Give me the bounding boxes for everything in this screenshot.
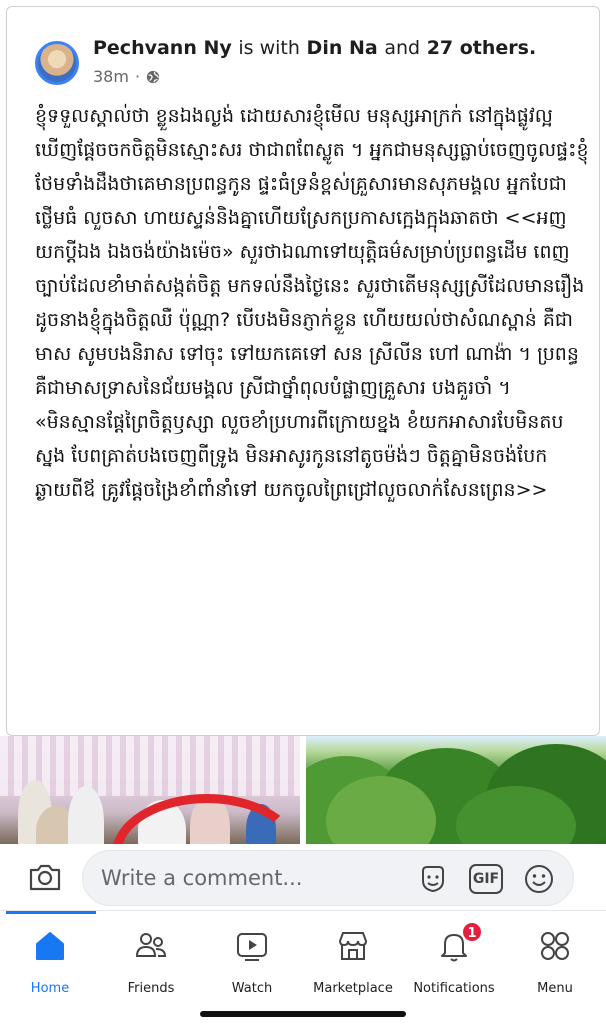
post-meta: 38m ·: [93, 67, 160, 86]
notification-badge: 1: [461, 921, 483, 943]
red-circle-annotation: [112, 794, 300, 844]
tab-label: Home: [30, 981, 70, 996]
emoji-icon[interactable]: [523, 863, 555, 895]
separator-dot: ·: [134, 67, 141, 86]
tab-watch[interactable]: Watch: [202, 923, 302, 1003]
author-line: Pechvann Ny is with Din Na and 27 others…: [93, 37, 536, 59]
author-avatar[interactable]: [35, 41, 79, 85]
menu-grid-icon: [541, 932, 569, 960]
tab-label: Notifications: [413, 981, 495, 996]
friends-icon: [135, 933, 167, 957]
gif-button[interactable]: GIF: [469, 864, 503, 894]
with-text: is with: [238, 37, 300, 59]
home-indicator[interactable]: [200, 1011, 406, 1017]
tab-label: Watch: [231, 981, 273, 996]
tab-menu[interactable]: Menu: [505, 923, 605, 1003]
marketplace-icon: [338, 932, 368, 960]
tab-friends[interactable]: Friends: [101, 923, 201, 1003]
tab-home[interactable]: Home: [0, 923, 100, 1003]
tagged-others[interactable]: 27 others.: [427, 37, 537, 59]
author-name[interactable]: Pechvann Ny: [93, 37, 232, 59]
comment-bar: Write a comment... GIF: [0, 844, 606, 910]
photo-forest[interactable]: [306, 736, 606, 844]
active-tab-indicator: [6, 911, 96, 914]
photo-people[interactable]: [0, 736, 300, 844]
tab-label: Menu: [537, 981, 573, 996]
post-header: Pechvann Ny is with Din Na and 27 others…: [35, 37, 589, 97]
tagged-friend[interactable]: Din Na: [307, 37, 378, 59]
post-text: ខ្ញុំទទួលស្គាល់ថា ខ្លួនឯងល្ងង់ ដោយសារខ្ញ…: [35, 99, 591, 507]
home-icon: [36, 932, 64, 960]
watch-icon: [237, 933, 267, 961]
bottom-tab-bar: Home Friends Watch Marketplace 1 Notific…: [0, 910, 606, 1024]
and-text: and: [384, 37, 421, 59]
globe-icon: [146, 70, 160, 83]
comment-placeholder: Write a comment...: [101, 866, 303, 890]
post-time[interactable]: 38m: [93, 67, 129, 86]
tab-label: Friends: [127, 981, 175, 996]
post-poem: «មិនស្មានផ្ដែព្រៃចិត្តឫស្សា លួចខាំប្រហារ…: [35, 411, 564, 501]
tab-notifications[interactable]: 1 Notifications: [404, 921, 504, 1003]
comment-input[interactable]: Write a comment... GIF: [82, 850, 574, 906]
post-photos: [0, 736, 606, 844]
camera-icon[interactable]: [28, 862, 62, 892]
tab-marketplace[interactable]: Marketplace: [303, 923, 403, 1003]
post-card: Pechvann Ny is with Din Na and 27 others…: [6, 6, 600, 736]
post-paragraph: ខ្ញុំទទួលស្គាល់ថា ខ្លួនឯងល្ងង់ ដោយសារខ្ញ…: [35, 105, 589, 399]
tab-label: Marketplace: [313, 981, 393, 996]
sticker-icon[interactable]: [417, 863, 449, 895]
